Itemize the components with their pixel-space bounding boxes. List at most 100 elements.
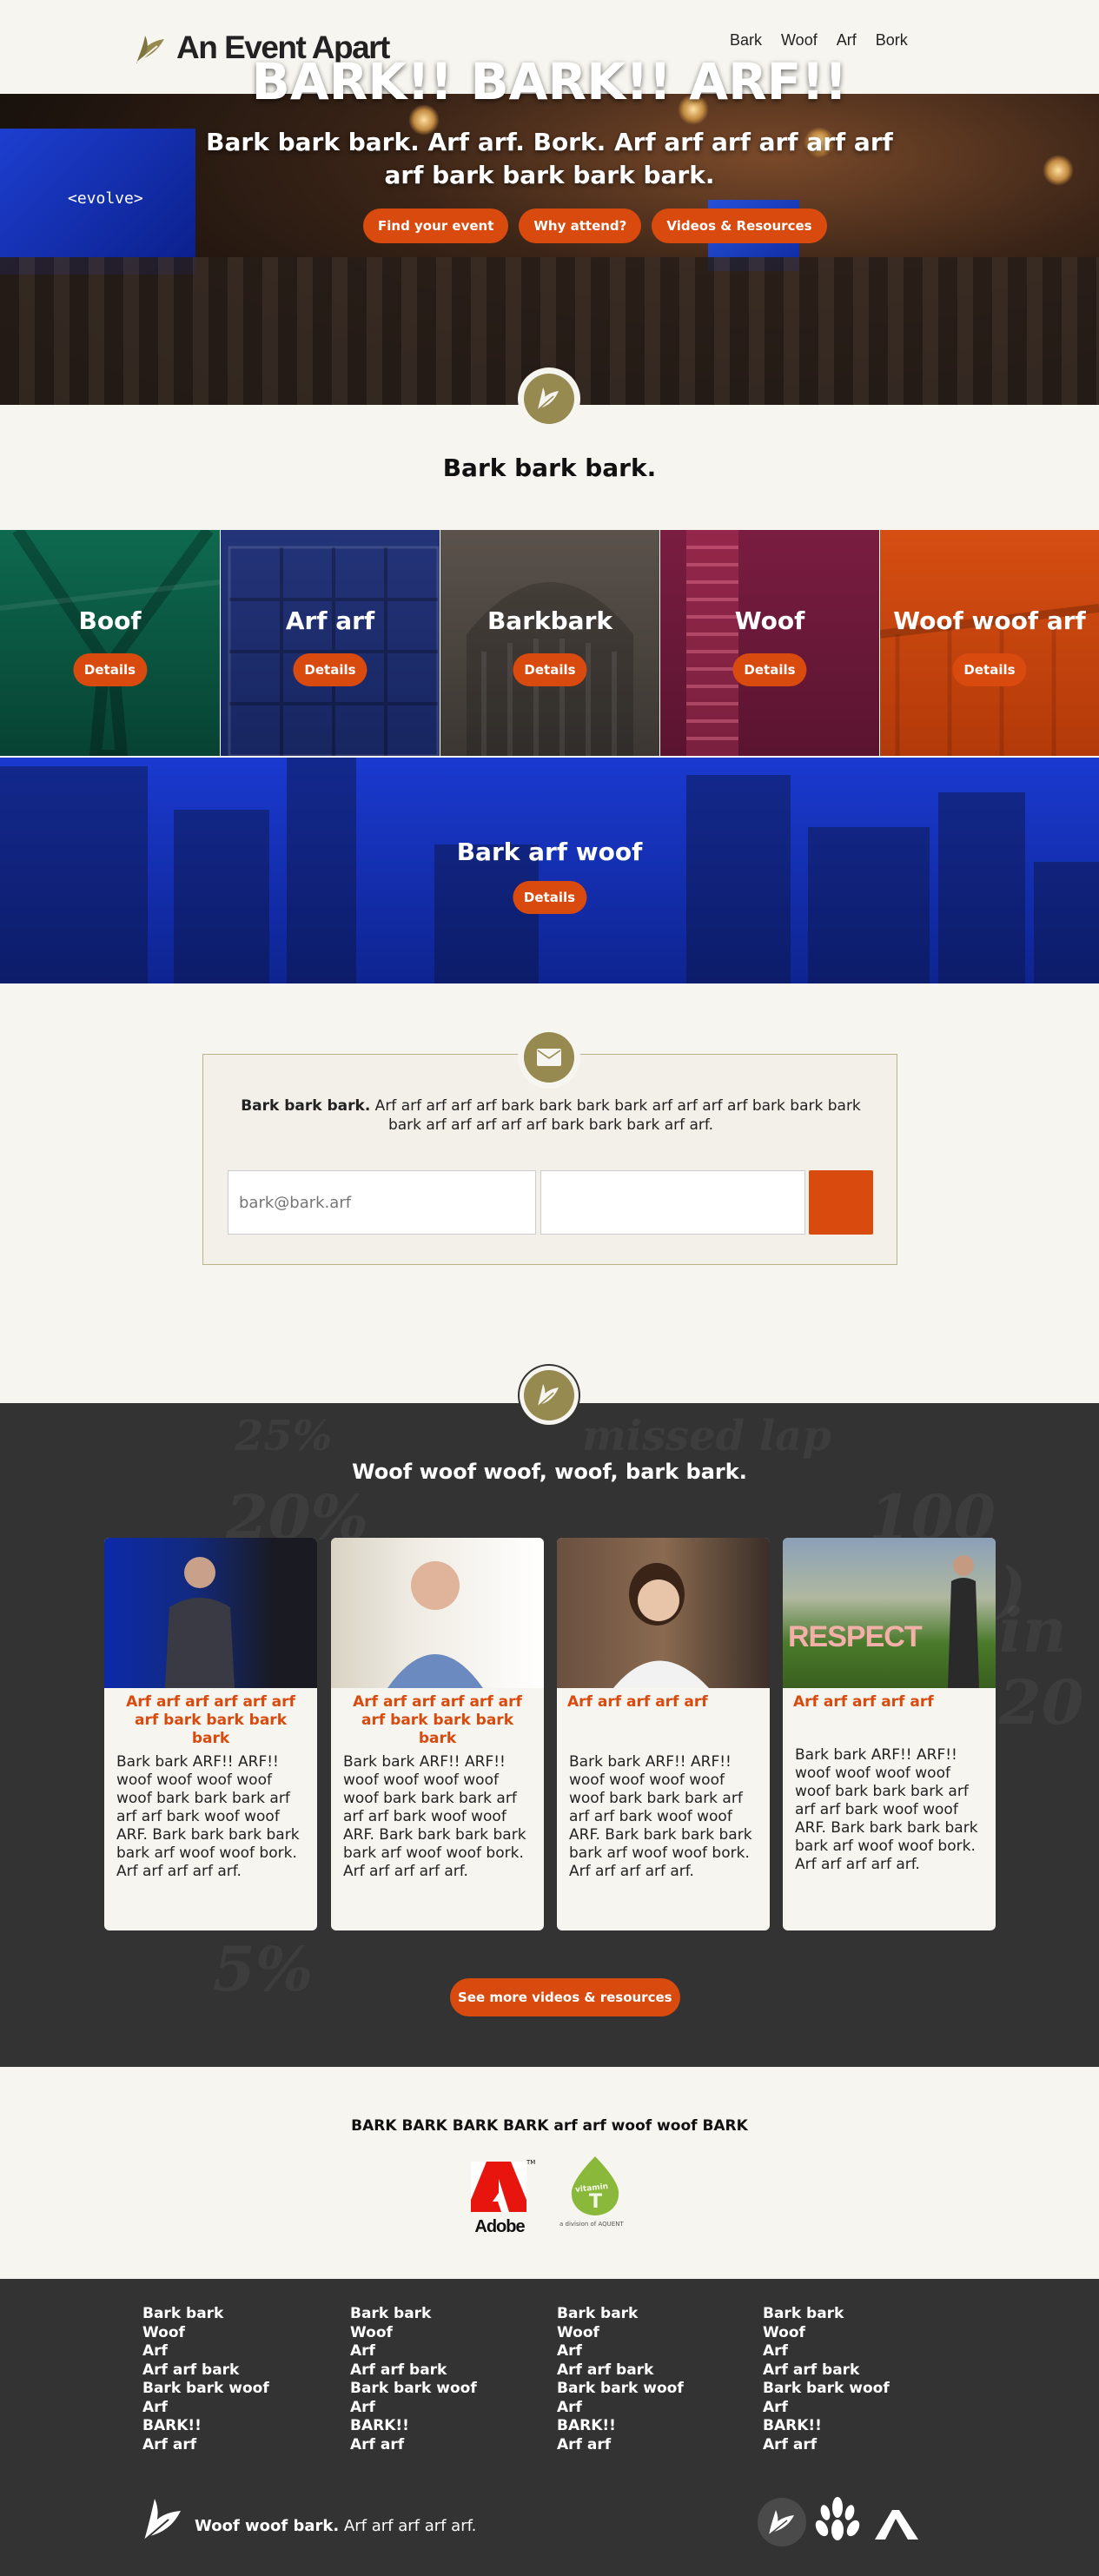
footer-link[interactable]: Woof [350,2324,477,2343]
details-button[interactable]: Details [72,653,148,686]
footer-link[interactable]: Arf arf bark [142,2361,269,2381]
video-card[interactable]: Arf arf arf arf arf arf arf bark bark ba… [331,1538,544,1930]
name-field[interactable] [540,1170,805,1235]
footer-link[interactable]: Bark bark [763,2305,890,2324]
vitamin-t-letter: T [589,2191,603,2213]
details-button[interactable]: Details [952,653,1027,686]
capitol-dome-illustration [467,582,633,756]
laurel-wreath-icon[interactable] [813,2495,862,2547]
newsletter-bold: Bark bark bark. [241,1097,371,1115]
leaf-icon [537,387,559,411]
hero-buttons: Find your event Why attend? Videos & Res… [363,209,827,243]
videos-resources-button[interactable]: Videos & Resources [652,209,827,243]
footer-link[interactable]: Woof [142,2324,269,2343]
video-card[interactable]: Arf arf arf arf arf arf arf bark bark ba… [104,1538,317,1930]
footer-link[interactable]: Bark bark woof [142,2380,269,2399]
footer-link[interactable]: Arf [557,2399,684,2418]
bridge-illustration [880,604,1099,756]
footer-link[interactable]: Arf [350,2399,477,2418]
hero-subtitle: Bark bark bark. Arf arf. Bork. Arf arf a… [206,128,893,189]
footer-link[interactable]: Bark bark [350,2305,477,2324]
nav-item-arf[interactable]: Arf [837,31,857,50]
footer-link[interactable]: Arf arf [142,2436,269,2455]
newsletter-text: Bark bark bark. Arf arf arf arf arf bark… [238,1096,864,1135]
main-nav: Bark Woof Arf Bork [730,31,908,50]
details-button[interactable]: Details [513,653,587,686]
footer-link[interactable]: Arf [350,2342,477,2361]
video-card-desc: Bark bark ARF!! ARF!! woof woof woof woo… [795,1746,978,1873]
event-title: Woof woof arf [893,606,1086,635]
aquent-caption: a division of AQUENT [559,2221,624,2228]
event-title: Boof [78,606,142,635]
footer-link[interactable]: BARK!! [557,2417,684,2436]
footer-link[interactable]: BARK!! [763,2417,890,2436]
footer-link[interactable]: Bark bark woof [763,2380,890,2399]
details-button[interactable]: Details [512,881,587,914]
speaker-photo [331,1538,544,1688]
video-card-title: Arf arf arf arf arf [793,1693,934,1711]
leaf-badge [518,1364,580,1427]
details-button[interactable]: Details [732,653,807,686]
why-attend-button[interactable]: Why attend? [519,209,642,243]
video-card-title: Arf arf arf arf arf arf arf bark bark ba… [353,1693,522,1747]
hero-screen-text: <evolve> [68,189,143,208]
mountain-a-icon[interactable] [873,2506,920,2541]
footer-link[interactable]: BARK!! [142,2417,269,2436]
video-card-desc: Bark bark ARF!! ARF!! woof woof woof woo… [343,1753,526,1880]
footer-link[interactable]: Arf arf [350,2436,477,2455]
footer-link[interactable]: Arf [763,2342,890,2361]
footer-link[interactable]: Arf arf bark [350,2361,477,2381]
subscribe-button[interactable] [809,1170,873,1235]
event-title: Bark arf woof [456,838,643,866]
event-tile-bark-arf-woof[interactable]: Bark arf woof Details [0,758,1099,983]
footer-link[interactable]: Woof [763,2324,890,2343]
footer-link[interactable]: Bark bark [142,2305,269,2324]
event-tile-arf-arf[interactable]: Arf arf Details [221,530,440,756]
footer-column: Bark bark Woof Arf Arf arf bark Bark bar… [763,2305,890,2454]
sponsors-heading: BARK BARK BARK BARK arf arf woof woof BA… [351,2117,748,2135]
nav-item-bark[interactable]: Bark [730,31,762,50]
footer-link[interactable]: Arf [142,2399,269,2418]
footer-link[interactable]: Arf [142,2342,269,2361]
bg-text: 25% [235,1412,333,1460]
footer-link[interactable]: Arf arf bark [763,2361,890,2381]
footer-link[interactable]: Arf arf [557,2436,684,2455]
footer-link[interactable]: Arf arf bark [557,2361,684,2381]
vitamin-t-logo[interactable]: vitamin T a division of AQUENT [558,2156,638,2235]
nav-item-woof[interactable]: Woof [781,31,818,50]
skyline-illustration [0,758,1099,983]
adobe-wordmark: Adobe [474,2217,525,2236]
events-heading: Bark bark bark. [442,454,657,482]
event-tile-woof[interactable]: Woof Details [660,530,879,756]
see-more-videos-button[interactable]: See more videos & resources [450,1978,680,2016]
space-needle-illustration [0,530,220,756]
footer-link[interactable]: BARK!! [350,2417,477,2436]
speaker-silhouette [613,1563,709,1688]
bg-text: in 20 [999,1594,1084,1738]
footer-link[interactable]: Bark bark woof [557,2380,684,2399]
video-card-title: Arf arf arf arf arf [567,1693,708,1711]
leaf-icon [768,2510,794,2536]
event-tile-boof[interactable]: Boof Details [0,530,220,756]
footer-column: Bark bark Woof Arf Arf arf bark Bark bar… [350,2305,477,2454]
nav-item-bork[interactable]: Bork [876,31,908,50]
footer-link[interactable]: Arf [557,2342,684,2361]
footer-link[interactable]: Bark bark woof [350,2380,477,2399]
footer-link[interactable]: Bark bark [557,2305,684,2324]
details-button[interactable]: Details [293,653,367,686]
footer-link[interactable]: Woof [557,2324,684,2343]
footer-tagline: Woof woof bark. Arf arf arf arf arf. [195,2517,476,2535]
footer-badge-leaf[interactable] [758,2498,806,2546]
email-field[interactable] [228,1170,536,1235]
speaker-photo [104,1538,317,1688]
footer-link[interactable]: Arf [763,2399,890,2418]
footer-link[interactable]: Arf arf [763,2436,890,2455]
video-card[interactable]: Arf arf arf arf arf Bark bark ARF!! ARF!… [557,1538,770,1930]
video-card[interactable]: RESPECT Arf arf arf arf arf Bark bark AR… [783,1538,996,1930]
adobe-logo[interactable]: Adobe TM [469,2159,535,2236]
speaker-photo: RESPECT [783,1538,996,1688]
speaker-silhouette [387,1561,483,1688]
event-tile-barkbark[interactable]: Barkbark Details [440,530,659,756]
event-tile-woof-woof-arf[interactable]: Woof woof arf Details [880,530,1099,756]
find-event-button[interactable]: Find your event [363,209,509,243]
